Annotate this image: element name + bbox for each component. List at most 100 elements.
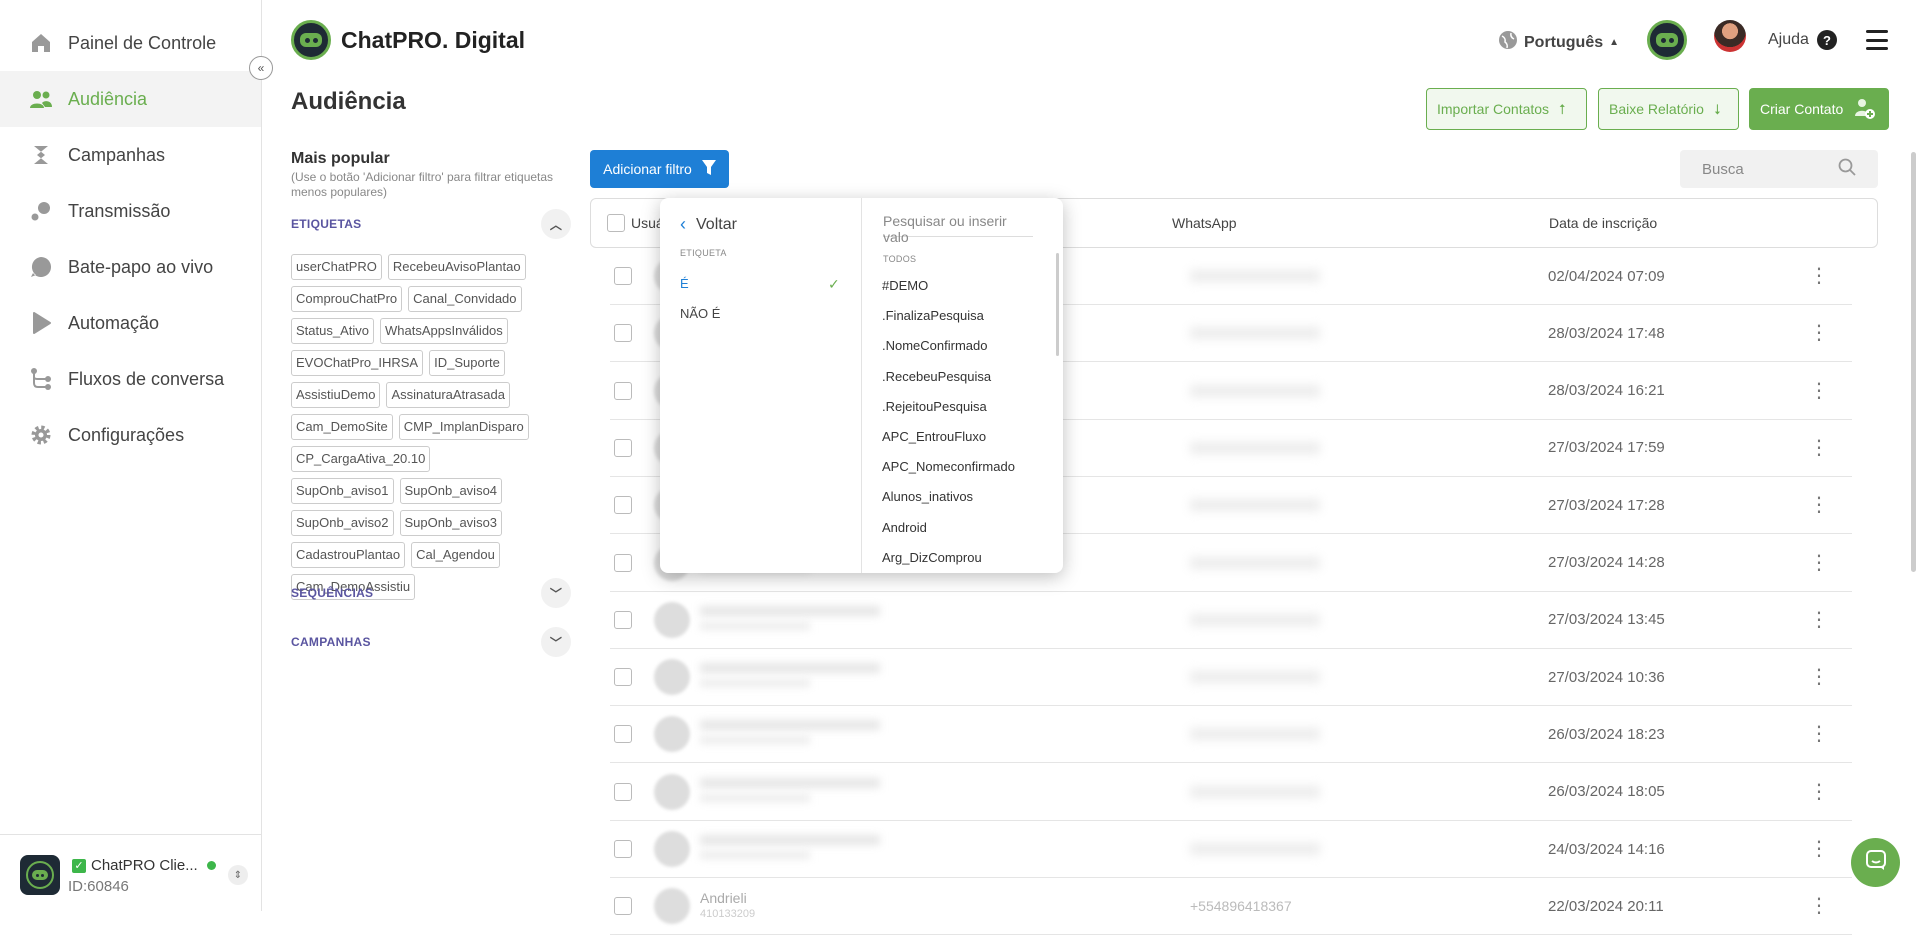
column-whatsapp[interactable]: WhatsApp <box>1172 215 1237 231</box>
sidebar-item-flows[interactable]: Fluxos de conversa <box>0 351 261 407</box>
tag-chip[interactable]: AssinaturaAtrasada <box>386 382 510 408</box>
row-checkbox[interactable] <box>614 840 632 858</box>
value-option[interactable]: .RecebeuPesquisa <box>882 369 991 384</box>
tag-chip[interactable]: SupOnb_aviso1 <box>291 478 394 504</box>
value-option[interactable]: .RejeitouPesquisa <box>882 399 987 414</box>
more-options-icon[interactable]: ⋮ <box>1809 839 1829 859</box>
tag-chip[interactable]: CMP_ImplanDisparo <box>398 414 529 440</box>
download-report-button[interactable]: Baixe Relatório ⭣ <box>1598 88 1739 130</box>
row-checkbox[interactable] <box>614 782 632 801</box>
operator-is-not[interactable]: NÃO É <box>680 306 720 321</box>
more-options-icon[interactable]: ⋮ <box>1809 896 1829 916</box>
help-link[interactable]: Ajuda ? <box>1768 30 1837 50</box>
tag-chip[interactable]: WhatsAppsInválidos <box>380 318 508 344</box>
tag-chip[interactable]: SupOnb_aviso2 <box>291 510 394 536</box>
more-options-icon[interactable]: ⋮ <box>1809 323 1829 343</box>
row-checkbox[interactable] <box>614 267 632 285</box>
tag-chip[interactable]: Canal_Convidado <box>408 286 522 312</box>
more-options-icon[interactable]: ⋮ <box>1809 495 1829 515</box>
page-scrollbar[interactable] <box>1911 152 1916 572</box>
sidebar-item-automation[interactable]: Automação <box>0 295 261 351</box>
tag-chip[interactable]: EVOChatPro_IHRSA <box>291 350 424 376</box>
row-checkbox[interactable] <box>614 438 632 457</box>
operator-is[interactable]: É <box>680 276 689 291</box>
more-options-icon[interactable]: ⋮ <box>1809 438 1829 458</box>
sidebar-item-broadcast[interactable]: Transmissão <box>0 183 261 239</box>
contact-phone-redacted <box>1190 270 1320 282</box>
more-options-icon[interactable]: ⋮ <box>1809 782 1829 802</box>
more-options-icon[interactable]: ⋮ <box>1809 553 1829 573</box>
sidebar-item-audience[interactable]: Audiência <box>0 71 261 127</box>
more-options-icon[interactable]: ⋮ <box>1809 724 1829 744</box>
row-checkbox[interactable] <box>614 496 632 515</box>
value-option[interactable]: Alunos_inativos <box>882 489 973 504</box>
value-option[interactable]: .NomeConfirmado <box>882 338 988 353</box>
tag-chip[interactable]: AssistiuDemo <box>291 382 381 408</box>
section-tags[interactable]: ETIQUETAS ︿ <box>291 209 571 239</box>
table-row[interactable]: 26/03/2024 18:05 ⋮ <box>610 764 1852 821</box>
row-checkbox[interactable] <box>614 553 632 572</box>
sidebar-item-campaigns[interactable]: Campanhas <box>0 127 261 183</box>
value-option[interactable]: #DEMO <box>882 278 928 293</box>
tag-chip[interactable]: ID_Suporte <box>429 350 505 376</box>
search-input[interactable]: Busca <box>1680 150 1878 188</box>
select-all-checkbox[interactable] <box>607 214 625 232</box>
value-option[interactable]: Arg_DizComprou <box>882 550 982 565</box>
row-checkbox[interactable] <box>614 897 632 916</box>
sidebar-item-live-chat[interactable]: Bate-papo ao vivo <box>0 239 261 295</box>
more-options-icon[interactable]: ⋮ <box>1809 667 1829 687</box>
row-checkbox[interactable] <box>614 381 632 400</box>
language-selector[interactable]: Português ▲ <box>1498 30 1619 55</box>
section-campaigns[interactable]: CAMPANHAS ﹀ <box>291 627 571 657</box>
tag-chip[interactable]: Cam_DemoSite <box>291 414 393 440</box>
account-switch-icon[interactable]: ⇕ <box>228 865 248 885</box>
add-filter-button[interactable]: Adicionar filtro <box>590 150 729 188</box>
row-checkbox[interactable] <box>614 610 632 629</box>
brand[interactable]: ChatPRO. Digital <box>291 20 525 60</box>
more-options-icon[interactable]: ⋮ <box>1809 266 1829 286</box>
row-checkbox[interactable] <box>614 324 632 343</box>
chevron-up-icon[interactable]: ︿ <box>541 209 571 239</box>
support-chat-button[interactable] <box>1851 838 1900 887</box>
chevron-down-icon[interactable]: ﹀ <box>541 578 571 608</box>
column-subscription-date[interactable]: Data de inscrição <box>1549 215 1657 231</box>
value-search-input[interactable]: Pesquisar ou inserir valo <box>883 213 1033 245</box>
value-option[interactable]: APC_Nomeconfirmado <box>882 459 1015 474</box>
tag-chip[interactable]: SupOnb_aviso4 <box>399 478 503 504</box>
hamburger-menu-icon[interactable] <box>1866 30 1888 50</box>
table-row[interactable]: 24/03/2024 14:16 ⋮ <box>610 821 1852 878</box>
table-row[interactable]: 26/03/2024 18:23 ⋮ <box>610 706 1852 764</box>
sidebar-item-label: Bate-papo ao vivo <box>68 256 214 277</box>
bot-avatar-icon[interactable] <box>1647 20 1687 60</box>
value-option[interactable]: .FinalizaPesquisa <box>882 308 984 323</box>
tag-chip[interactable]: SupOnb_aviso3 <box>399 510 503 536</box>
tag-chip[interactable]: Cal_Agendou <box>411 542 500 568</box>
user-avatar[interactable] <box>1714 20 1746 52</box>
sidebar-item-dashboard[interactable]: Painel de Controle <box>0 15 261 71</box>
tag-chip[interactable]: ComprouChatPro <box>291 286 403 312</box>
column-user[interactable]: Usuá <box>631 215 664 231</box>
sidebar-item-settings[interactable]: Configurações <box>0 407 261 463</box>
row-checkbox[interactable] <box>614 725 632 744</box>
value-option[interactable]: Android <box>882 520 927 535</box>
back-button[interactable]: ‹ Voltar <box>680 214 737 235</box>
account-switcher[interactable]: ✓ ChatPRO Clie... ID:60846 ⇕ <box>0 834 261 911</box>
value-option[interactable]: APC_EntrouFluxo <box>882 429 986 444</box>
tag-chip[interactable]: CP_CargaAtiva_20.10 <box>291 446 431 472</box>
tag-chip[interactable]: CadastrouPlantao <box>291 542 406 568</box>
more-options-icon[interactable]: ⋮ <box>1809 610 1829 630</box>
collapse-sidebar-button[interactable]: « <box>249 56 273 80</box>
chevron-down-icon[interactable]: ﹀ <box>541 627 571 657</box>
tag-chip[interactable]: Status_Ativo <box>291 318 374 344</box>
create-contact-button[interactable]: Criar Contato <box>1749 88 1889 130</box>
section-sequences[interactable]: SEQUÊNCIAS ﹀ <box>291 578 571 608</box>
row-checkbox[interactable] <box>614 668 632 687</box>
table-row[interactable]: 27/03/2024 10:36 ⋮ <box>610 649 1852 707</box>
more-options-icon[interactable]: ⋮ <box>1809 381 1829 401</box>
table-row[interactable]: Andrieli 410133209 +554896418367 22/03/2024… <box>610 878 1852 935</box>
tag-chip[interactable]: userChatPRO <box>291 254 382 280</box>
tag-chip[interactable]: RecebeuAvisoPlantao <box>387 254 526 280</box>
value-list-scrollbar[interactable] <box>1056 253 1059 356</box>
import-contacts-button[interactable]: Importar Contatos ⭡ <box>1426 88 1587 130</box>
table-row[interactable]: 27/03/2024 13:45 ⋮ <box>610 592 1852 649</box>
